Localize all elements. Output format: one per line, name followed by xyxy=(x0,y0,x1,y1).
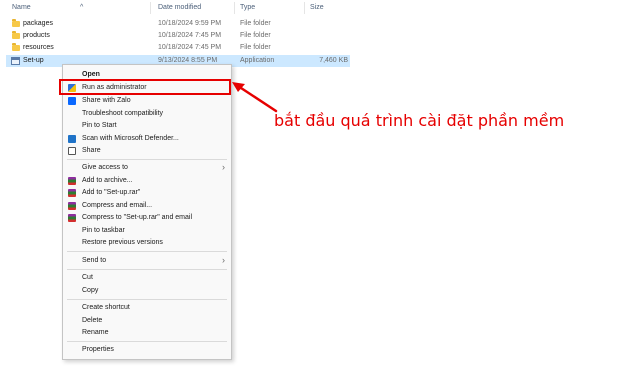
file-date: 10/18/2024 7:45 PM xyxy=(158,32,222,39)
column-size-header[interactable]: Size xyxy=(310,4,324,11)
menu-item-delete[interactable]: Delete xyxy=(63,315,231,327)
winrar-icon xyxy=(68,177,76,185)
winrar-icon xyxy=(68,189,76,197)
menu-item-label: Scan with Microsoft Defender... xyxy=(82,135,179,142)
file-date: 10/18/2024 9:59 PM xyxy=(158,20,222,27)
menu-item-pin-to-start[interactable]: Pin to Start xyxy=(63,120,231,132)
folder-icon xyxy=(12,43,20,51)
file-name: packages xyxy=(23,20,53,27)
menu-item-cut[interactable]: Cut xyxy=(63,272,231,284)
file-date: 9/13/2024 8:55 PM xyxy=(158,57,218,64)
sort-up-icon: ^ xyxy=(80,4,84,11)
menu-separator xyxy=(67,341,227,342)
column-name-header[interactable]: Name xyxy=(12,4,31,11)
menu-item-label: Share xyxy=(82,147,101,154)
menu-item-create-shortcut[interactable]: Create shortcut xyxy=(63,302,231,314)
file-name: resources xyxy=(23,44,54,51)
menu-item-add-to-setup-rar[interactable]: Add to "Set-up.rar" xyxy=(63,187,231,199)
file-name: products xyxy=(23,32,50,39)
menu-item-label: Create shortcut xyxy=(82,304,130,311)
file-size: 7,460 KB xyxy=(319,57,348,64)
zalo-icon xyxy=(68,97,76,105)
column-type-header[interactable]: Type xyxy=(240,4,255,11)
file-row-packages[interactable]: packages 10/18/2024 9:59 PM File folder xyxy=(6,18,350,30)
menu-item-label: Share with Zalo xyxy=(82,97,131,104)
menu-item-label: Send to xyxy=(82,257,107,264)
menu-item-label: Pin to taskbar xyxy=(82,227,125,234)
file-type: File folder xyxy=(240,44,271,51)
menu-item-scan-defender[interactable]: Scan with Microsoft Defender... xyxy=(63,133,231,145)
column-date-header[interactable]: Date modified xyxy=(158,4,201,11)
menu-item-label: Rename xyxy=(82,329,109,336)
file-type: Application xyxy=(240,57,275,64)
menu-item-label: Restore previous versions xyxy=(82,239,163,246)
file-row-products[interactable]: products 10/18/2024 7:45 PM File folder xyxy=(6,30,350,42)
menu-item-label: Give access to xyxy=(82,164,128,171)
menu-item-label: Troubleshoot compatibility xyxy=(82,110,164,117)
menu-item-rename[interactable]: Rename xyxy=(63,327,231,339)
menu-item-label: Add to "Set-up.rar" xyxy=(82,189,141,196)
column-header: Name ^ Date modified Type Size xyxy=(0,0,360,16)
defender-shield-icon xyxy=(68,135,76,143)
file-type: File folder xyxy=(240,32,271,39)
menu-item-label: Delete xyxy=(82,317,103,324)
menu-item-label: Cut xyxy=(82,274,93,281)
menu-separator xyxy=(67,159,227,160)
menu-item-send-to[interactable]: Send to › xyxy=(63,255,231,267)
menu-item-label: Add to archive... xyxy=(82,177,133,184)
folder-icon xyxy=(12,19,20,27)
winrar-icon xyxy=(68,214,76,222)
menu-item-troubleshoot-compatibility[interactable]: Troubleshoot compatibility xyxy=(63,108,231,120)
menu-item-restore-previous-versions[interactable]: Restore previous versions xyxy=(63,237,231,249)
menu-item-share-with-zalo[interactable]: Share with Zalo xyxy=(63,95,231,107)
menu-item-label: Open xyxy=(82,71,100,78)
menu-item-label: Compress to "Set-up.rar" and email xyxy=(82,214,193,221)
file-type: File folder xyxy=(240,20,271,27)
menu-item-compress-to-rar-and-email[interactable]: Compress to "Set-up.rar" and email xyxy=(63,212,231,224)
menu-item-pin-to-taskbar[interactable]: Pin to taskbar xyxy=(63,225,231,237)
file-name: Set-up xyxy=(23,57,44,64)
column-divider[interactable] xyxy=(304,2,305,14)
menu-item-copy[interactable]: Copy xyxy=(63,285,231,297)
share-icon xyxy=(68,147,76,155)
menu-separator xyxy=(67,251,227,252)
menu-item-label: Properties xyxy=(82,346,114,353)
menu-separator xyxy=(67,299,227,300)
annotation-text: bắt đầu quá trình cài đặt phần mềm xyxy=(274,111,565,130)
winrar-icon xyxy=(68,202,76,210)
menu-item-add-to-archive[interactable]: Add to archive... xyxy=(63,175,231,187)
annotation-arrow-icon xyxy=(232,82,278,113)
menu-item-properties[interactable]: Properties xyxy=(63,344,231,356)
chevron-right-icon: › xyxy=(222,255,225,265)
menu-item-compress-and-email[interactable]: Compress and email... xyxy=(63,200,231,212)
highlight-box xyxy=(59,79,231,95)
column-divider[interactable] xyxy=(234,2,235,14)
application-icon xyxy=(11,57,20,65)
folder-icon xyxy=(12,31,20,39)
menu-item-share[interactable]: Share xyxy=(63,145,231,157)
chevron-right-icon: › xyxy=(222,162,225,172)
menu-item-label: Pin to Start xyxy=(82,122,117,129)
file-date: 10/18/2024 7:45 PM xyxy=(158,44,222,51)
menu-separator xyxy=(67,269,227,270)
menu-item-give-access-to[interactable]: Give access to › xyxy=(63,162,231,174)
context-menu: Open Run as administrator Share with Zal… xyxy=(62,64,232,360)
menu-item-label: Copy xyxy=(82,287,99,294)
file-row-resources[interactable]: resources 10/18/2024 7:45 PM File folder xyxy=(6,42,350,54)
menu-item-label: Compress and email... xyxy=(82,202,153,209)
column-divider[interactable] xyxy=(150,2,151,14)
